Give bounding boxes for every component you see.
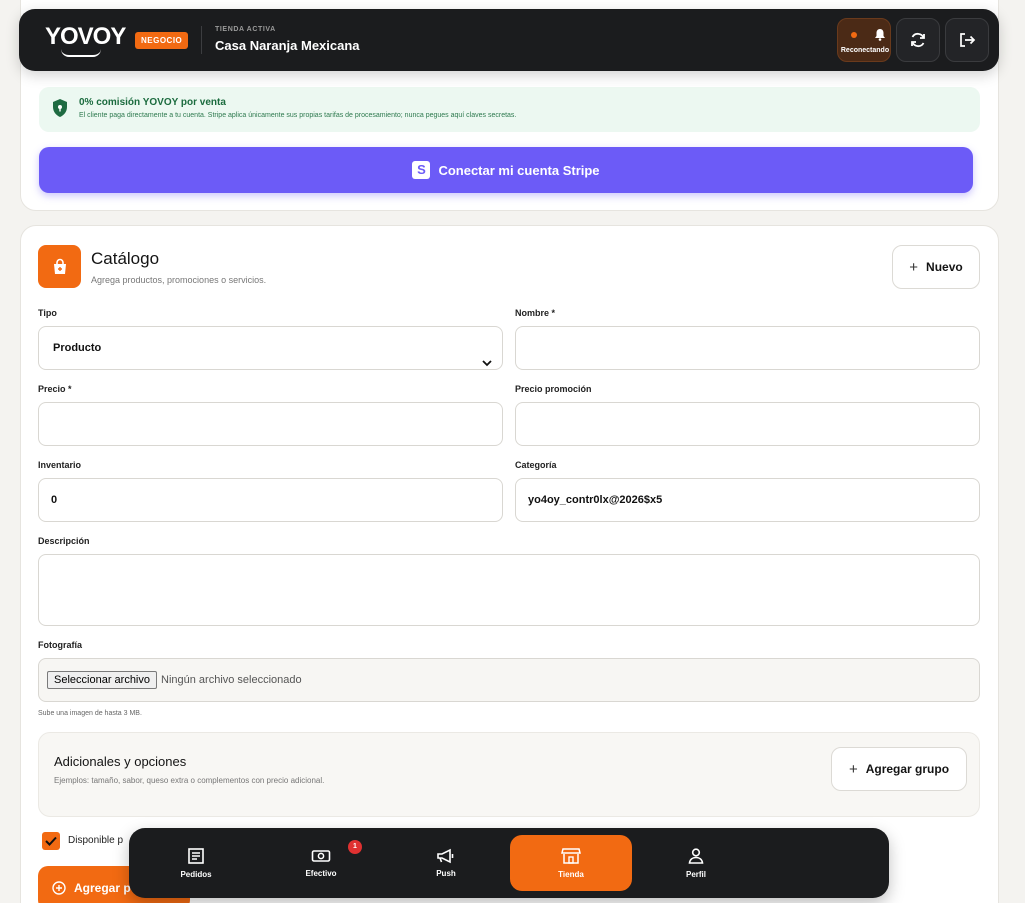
- type-select-value: Producto: [53, 342, 102, 354]
- nav-label: Perfil: [685, 870, 706, 879]
- chevron-down-icon: [482, 343, 492, 385]
- description-label: Descripción: [38, 536, 90, 546]
- add-group-button[interactable]: + Agregar grupo: [831, 747, 967, 791]
- commission-notice: 0% comisión YOVOY por venta El cliente p…: [39, 87, 980, 132]
- stripe-icon: S: [412, 161, 431, 179]
- user-icon: [688, 848, 704, 864]
- yovoy-logo: YOVOY: [45, 23, 126, 50]
- plus-icon: +: [909, 258, 919, 276]
- check-icon: [45, 836, 57, 846]
- store-name: Casa Naranja Mexicana: [215, 38, 360, 53]
- available-label: Disponible p: [68, 835, 124, 846]
- category-input[interactable]: yo4oy_contr0lx@2026$x5: [515, 478, 980, 522]
- notifications-button[interactable]: Reconectando: [837, 18, 891, 62]
- top-nav-bar: YOVOY NEGOCIO TIENDA ACTIVA Casa Naranja…: [19, 9, 999, 71]
- add-product-label: Agregar p: [74, 881, 131, 895]
- new-item-button[interactable]: + Nuevo: [892, 245, 980, 289]
- business-badge: NEGOCIO: [135, 32, 189, 49]
- nav-item-tienda[interactable]: Tienda: [510, 835, 632, 891]
- nav-item-efectivo[interactable]: Efectivo 1: [260, 835, 382, 891]
- header-divider: [201, 26, 202, 54]
- megaphone-icon: [437, 848, 454, 864]
- refresh-button[interactable]: [896, 18, 940, 62]
- bottom-nav-bar: Pedidos Efectivo 1 Push Tienda Perfil: [129, 828, 889, 898]
- nav-label: Push: [436, 869, 456, 878]
- nav-item-pedidos[interactable]: Pedidos: [135, 835, 257, 891]
- type-select[interactable]: Producto: [38, 326, 503, 370]
- logo-smile: [61, 49, 101, 57]
- refresh-icon: [911, 32, 925, 48]
- name-input[interactable]: [515, 326, 980, 370]
- price-label: Precio *: [38, 384, 72, 394]
- inventory-label: Inventario: [38, 460, 82, 470]
- name-label: Nombre *: [515, 308, 556, 318]
- shield-icon: [51, 98, 69, 123]
- photo-hint: Sube una imagen de hasta 3 MB.: [38, 710, 142, 717]
- available-checkbox[interactable]: [42, 832, 60, 850]
- plus-circle-icon: [52, 881, 66, 895]
- no-file-text: Ningún archivo seleccionado: [161, 674, 302, 686]
- catalog-title: Catálogo: [91, 249, 160, 268]
- connect-stripe-label: Conectar mi cuenta Stripe: [438, 162, 600, 178]
- promo-price-input[interactable]: [515, 402, 980, 446]
- store-label: TIENDA ACTIVA: [215, 26, 276, 33]
- catalog-subtitle: Agrega productos, promociones o servicio…: [91, 275, 267, 285]
- reconnect-status: Reconectando: [840, 47, 890, 54]
- nav-label: Efectivo: [305, 869, 337, 878]
- promo-price-label: Precio promoción: [515, 384, 592, 394]
- nav-item-push[interactable]: Push: [385, 835, 507, 891]
- new-item-label: Nuevo: [926, 260, 963, 274]
- photo-label: Fotografía: [38, 640, 82, 650]
- addons-title: Adicionales y opciones: [54, 754, 187, 769]
- connect-stripe-button[interactable]: S Conectar mi cuenta Stripe: [39, 147, 973, 193]
- addons-section: Adicionales y opciones Ejemplos: tamaño,…: [38, 732, 980, 817]
- nav-label: Pedidos: [180, 870, 212, 879]
- connection-status-dot: [851, 32, 857, 38]
- receipt-icon: [188, 848, 204, 864]
- choose-file-button[interactable]: Seleccionar archivo: [47, 671, 157, 689]
- price-input[interactable]: [38, 402, 503, 446]
- addons-text: Ejemplos: tamaño, sabor, queso extra o c…: [54, 776, 325, 785]
- logout-icon: [960, 33, 976, 47]
- store-icon: [561, 848, 581, 864]
- commission-text: El cliente paga directamente a tu cuenta…: [79, 112, 517, 119]
- type-label: Tipo: [38, 308, 57, 318]
- bell-icon: [874, 28, 886, 46]
- category-label: Categoría: [515, 460, 557, 470]
- logout-button[interactable]: [945, 18, 989, 62]
- notification-badge: 1: [348, 840, 362, 854]
- cash-icon: [311, 850, 331, 862]
- photo-file-input[interactable]: Seleccionar archivo Ningún archivo selec…: [38, 658, 980, 702]
- description-textarea[interactable]: [38, 554, 980, 626]
- inventory-input[interactable]: 0: [38, 478, 503, 522]
- catalog-section: Catálogo Agrega productos, promociones o…: [20, 225, 999, 903]
- shopping-bag-icon: [38, 245, 81, 288]
- nav-item-perfil[interactable]: Perfil: [635, 835, 757, 891]
- plus-icon: +: [848, 760, 858, 778]
- add-group-label: Agregar grupo: [865, 762, 950, 776]
- nav-label: Tienda: [558, 870, 584, 879]
- commission-title: 0% comisión YOVOY por venta: [79, 97, 226, 108]
